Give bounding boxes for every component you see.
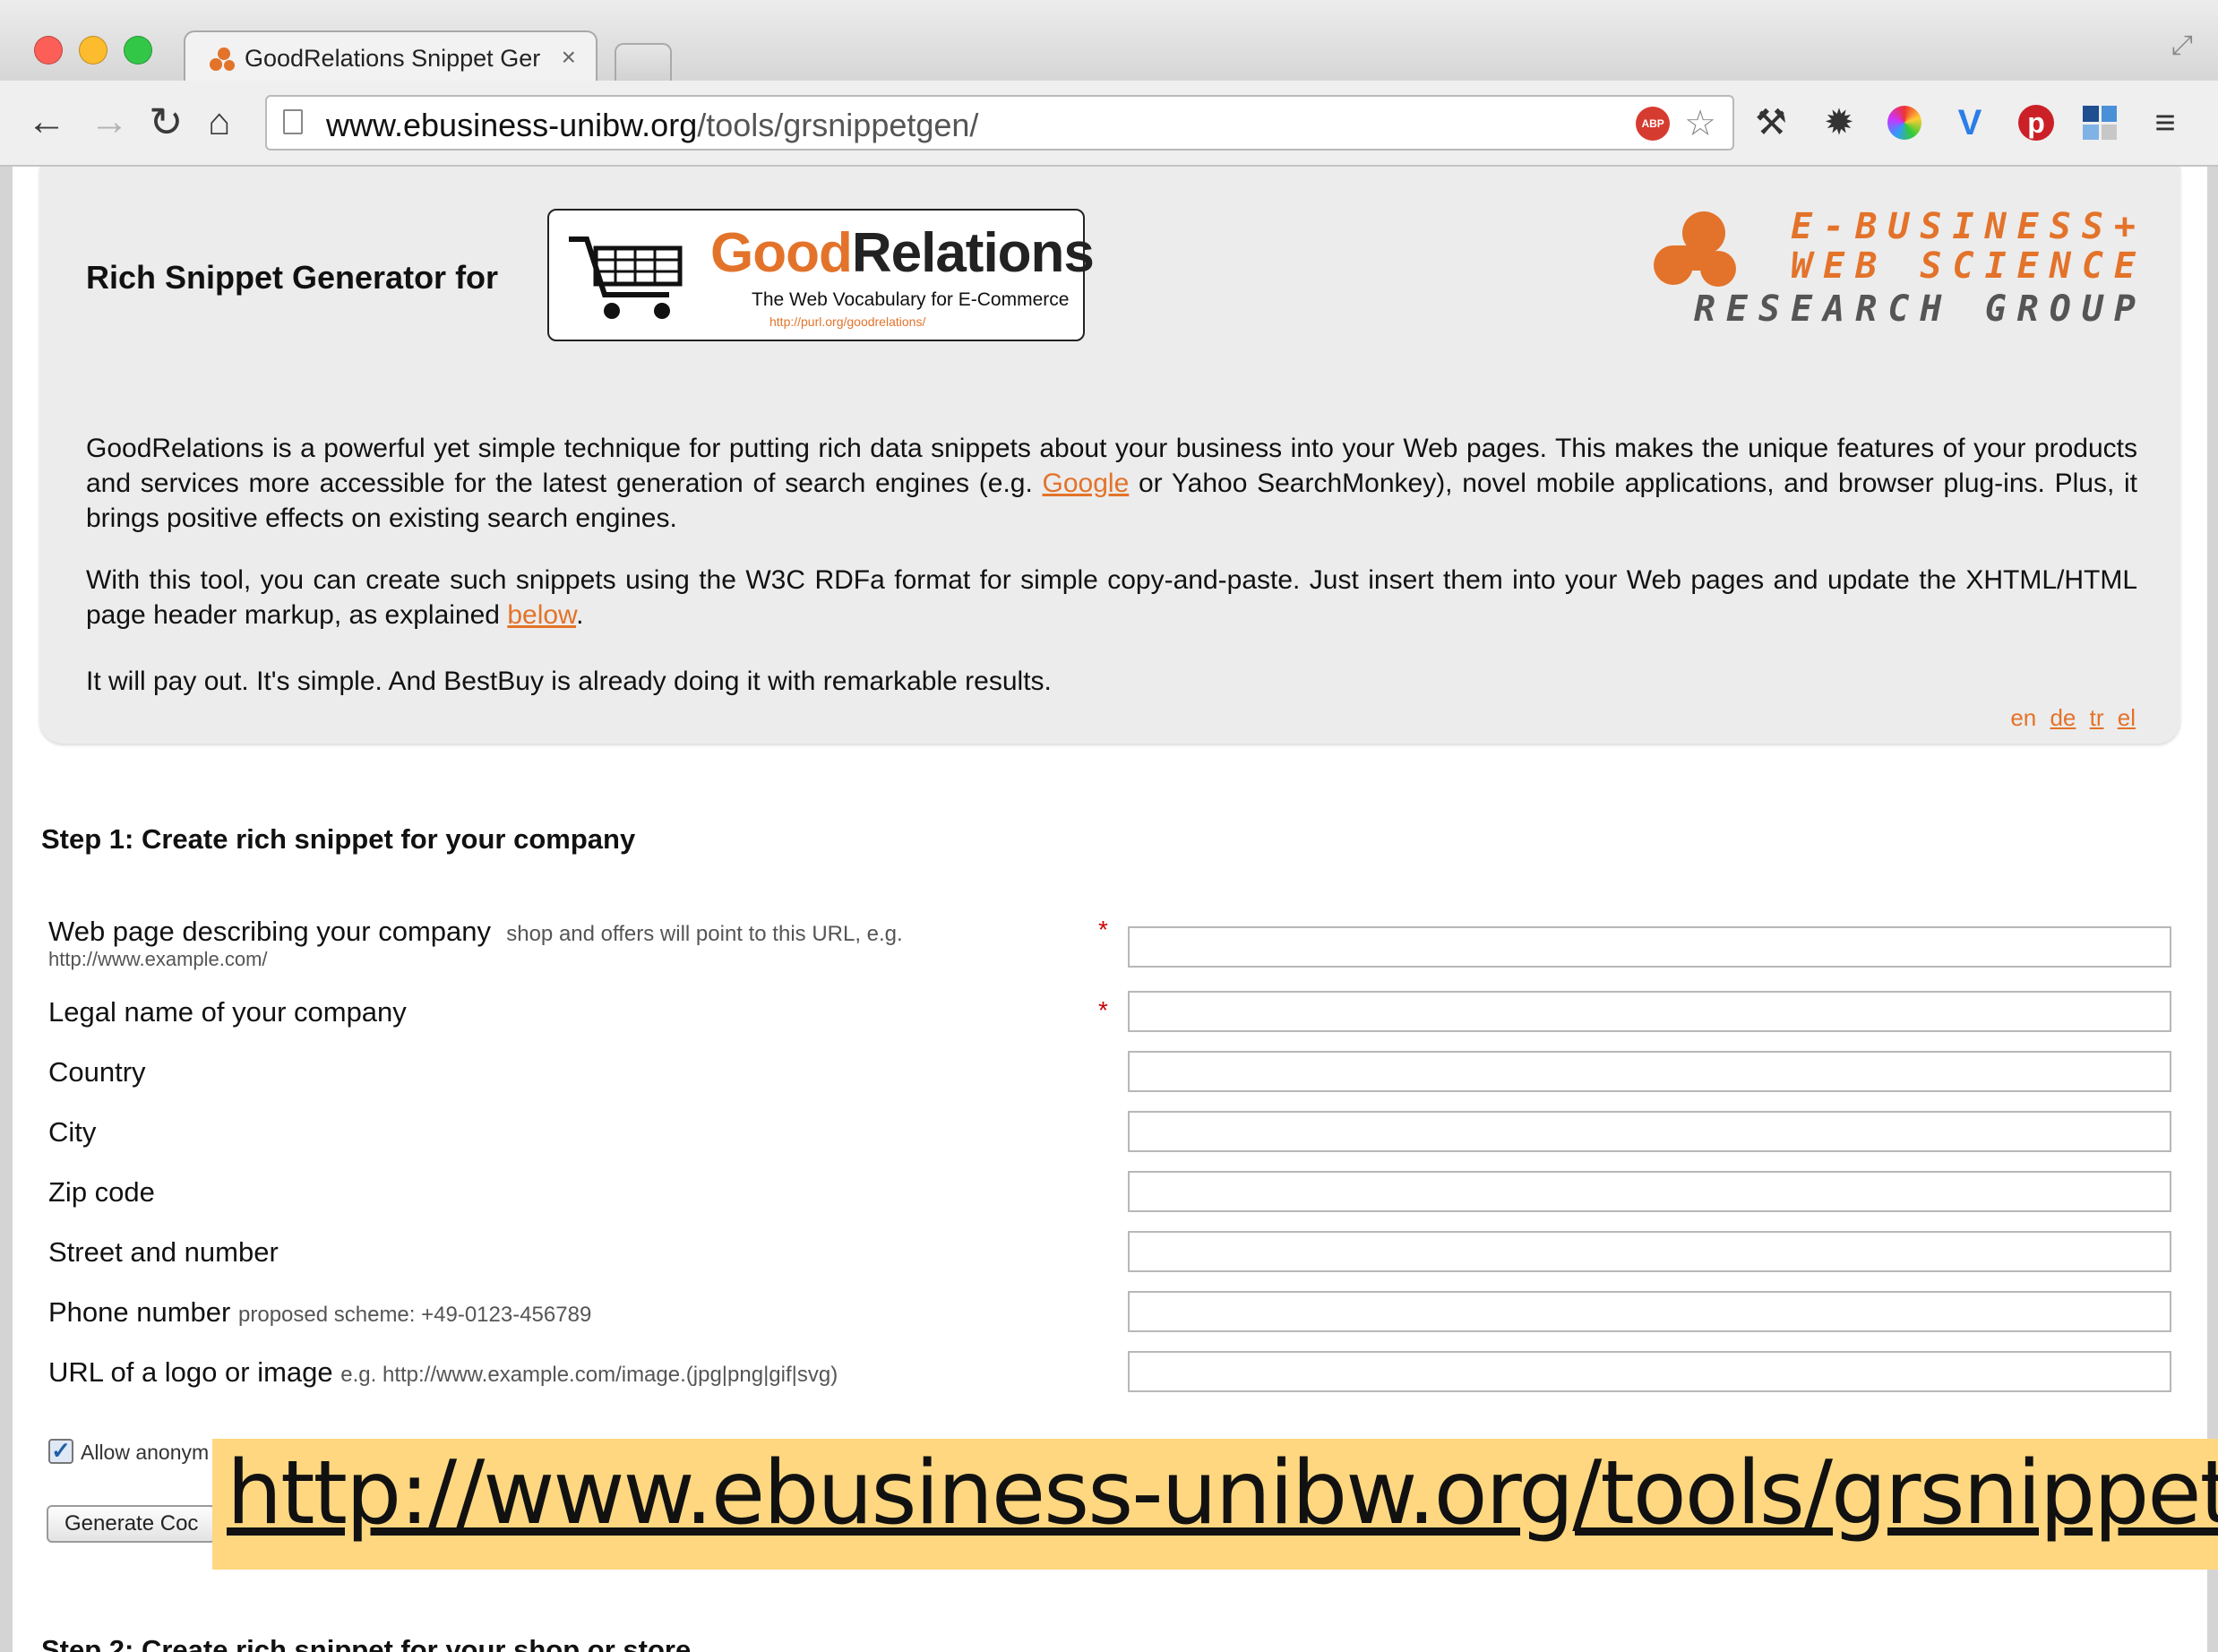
field-label-city: City bbox=[48, 1116, 97, 1148]
field-label-zip: Zip code bbox=[48, 1176, 155, 1208]
window-border-right bbox=[2207, 167, 2218, 1652]
generate-code-button[interactable]: Generate Coc bbox=[47, 1505, 217, 1543]
country-field[interactable] bbox=[1128, 1051, 2171, 1092]
logo-url-field[interactable] bbox=[1128, 1351, 2171, 1392]
url-path: /tools/grsnippetgen/ bbox=[697, 107, 979, 143]
page-title: Rich Snippet Generator for bbox=[86, 259, 499, 296]
page-icon bbox=[283, 109, 303, 134]
window-border-left bbox=[0, 167, 13, 1652]
field-label-phone-text: Phone number bbox=[48, 1296, 231, 1328]
window-titlebar: GoodRelations Snippet Ger × ⤢ bbox=[0, 0, 2218, 84]
phone-field[interactable] bbox=[1128, 1291, 2171, 1332]
legal-name-field[interactable] bbox=[1128, 991, 2171, 1032]
field-hint-logo-url: e.g. http://www.example.com/image.(jpg|p… bbox=[340, 1363, 838, 1387]
language-tr[interactable]: tr bbox=[2090, 704, 2104, 731]
below-link[interactable]: below bbox=[507, 600, 576, 630]
page-content: Rich Snippet Generator for GoodRelations… bbox=[13, 167, 2207, 1652]
forward-arrow-icon[interactable]: → bbox=[90, 99, 129, 145]
url-text[interactable]: www.ebusiness-unibw.org/tools/grsnippetg… bbox=[326, 107, 978, 144]
wrench-icon[interactable]: ⚒ bbox=[1751, 102, 1791, 143]
color-picker-extension-icon[interactable] bbox=[1887, 106, 1921, 140]
city-field[interactable] bbox=[1128, 1111, 2171, 1152]
required-marker: * bbox=[1098, 916, 1108, 943]
v-extension-icon[interactable]: V bbox=[1950, 102, 1990, 143]
step2-heading: Step 2: Create rich snippet for your sho… bbox=[41, 1634, 692, 1652]
adblock-icon[interactable]: ABP bbox=[1636, 107, 1671, 141]
group-logo-favicon-icon bbox=[210, 47, 235, 71]
zoom-window-button[interactable] bbox=[124, 36, 152, 65]
allow-anonymous-label: Allow anonym bbox=[81, 1441, 210, 1464]
banner-url-link[interactable]: http://www.ebusiness-unibw.org/tools/grs… bbox=[227, 1442, 2218, 1544]
intro-paragraph-2-text: With this tool, you can create such snip… bbox=[86, 565, 2137, 630]
home-icon[interactable]: ⌂ bbox=[208, 99, 230, 145]
research-group-logo-icon bbox=[1654, 211, 1736, 287]
field-label-street: Street and number bbox=[48, 1236, 279, 1268]
tab-close-icon[interactable]: × bbox=[562, 43, 576, 72]
language-de[interactable]: de bbox=[2050, 704, 2076, 731]
language-en[interactable]: en bbox=[2010, 704, 2036, 731]
field-hint-company-url: shop and offers will point to this URL, … bbox=[506, 922, 903, 946]
reload-icon[interactable]: ↻ bbox=[149, 99, 184, 145]
goodrelations-wordmark: GoodRelations bbox=[710, 221, 1095, 285]
field-label-phone: Phone number proposed scheme: +49-0123-4… bbox=[48, 1296, 591, 1329]
field-label-logo-url: URL of a logo or image e.g. http://www.e… bbox=[48, 1356, 838, 1389]
field-label-logo-url-text: URL of a logo or image bbox=[48, 1356, 333, 1388]
research-group-logo[interactable]: E-BUSINESS+ WEB SCIENCE RESEARCH GROUP bbox=[1645, 206, 2146, 331]
intro-paragraph-2: With this tool, you can create such snip… bbox=[86, 563, 2137, 632]
group-logo-line3: RESEARCH GROUP bbox=[1693, 288, 2146, 330]
language-switcher: en de tr el bbox=[2003, 704, 2136, 732]
browser-toolbar: ← → ↻ ⌂ www.ebusiness-unibw.org/tools/gr… bbox=[0, 81, 2218, 167]
menu-icon[interactable]: ≡ bbox=[2145, 102, 2185, 143]
language-el[interactable]: el bbox=[2118, 704, 2136, 731]
company-url-field[interactable] bbox=[1128, 926, 2171, 968]
field-hint-phone: proposed scheme: +49-0123-456789 bbox=[238, 1303, 592, 1327]
required-marker: * bbox=[1098, 996, 1108, 1024]
url-host: www.ebusiness-unibw.org bbox=[326, 107, 698, 143]
pinterest-icon[interactable]: p bbox=[2018, 105, 2054, 141]
back-arrow-icon[interactable]: ← bbox=[27, 99, 66, 145]
bookmark-star-icon[interactable]: ☆ bbox=[1684, 106, 1716, 142]
close-window-button[interactable] bbox=[34, 36, 63, 65]
field-label-company-url: Web page describing your company shop an… bbox=[48, 916, 903, 948]
street-field[interactable] bbox=[1128, 1231, 2171, 1272]
browser-tab-active[interactable]: GoodRelations Snippet Ger × bbox=[184, 30, 597, 84]
group-logo-line1: E-BUSINESS+ bbox=[1791, 206, 2146, 247]
tab-title: GoodRelations Snippet Ger bbox=[245, 45, 540, 72]
field-label-company-url-text: Web page describing your company bbox=[48, 916, 491, 947]
goodrelations-logo[interactable]: GoodRelations The Web Vocabulary for E-C… bbox=[547, 209, 1095, 341]
address-bar[interactable]: www.ebusiness-unibw.org/tools/grsnippetg… bbox=[265, 95, 1734, 151]
intro-paragraph-2-text-end: . bbox=[576, 600, 584, 630]
gear-icon[interactable]: ✹ bbox=[1819, 102, 1859, 143]
group-logo-line2: WEB SCIENCE bbox=[1791, 245, 2146, 287]
wordmark-good: Good bbox=[710, 222, 853, 284]
goodrelations-tagline: The Web Vocabulary for E-Commerce bbox=[752, 289, 1070, 310]
wordmark-relations: Relations bbox=[851, 222, 1095, 284]
intro-paragraph-3: It will pay out. It's simple. And BestBu… bbox=[86, 667, 1052, 696]
goodrelations-url: http://purl.org/goodrelations/ bbox=[769, 314, 926, 329]
google-link[interactable]: Google bbox=[1043, 469, 1130, 498]
step1-heading: Step 1: Create rich snippet for your com… bbox=[41, 823, 636, 855]
intro-paragraph-1: GoodRelations is a powerful yet simple t… bbox=[86, 431, 2137, 536]
fullscreen-icon[interactable]: ⤢ bbox=[2171, 30, 2193, 61]
minimize-window-button[interactable] bbox=[79, 36, 107, 65]
field-label-legal-name: Legal name of your company bbox=[48, 996, 407, 1028]
url-banner-overlay: http://www.ebusiness-unibw.org/tools/grs… bbox=[212, 1439, 2218, 1570]
window-resizer-extension-icon[interactable] bbox=[2083, 106, 2117, 140]
zip-code-field[interactable] bbox=[1128, 1171, 2171, 1212]
field-hint-company-url-example: http://www.example.com/ bbox=[48, 948, 268, 970]
intro-panel: Rich Snippet Generator for GoodRelations… bbox=[39, 167, 2180, 744]
field-label-country: Country bbox=[48, 1056, 146, 1088]
new-tab-button[interactable] bbox=[615, 43, 672, 81]
allow-anonymous-checkbox[interactable]: ✓ bbox=[48, 1439, 73, 1464]
shopping-cart-icon bbox=[569, 237, 683, 319]
